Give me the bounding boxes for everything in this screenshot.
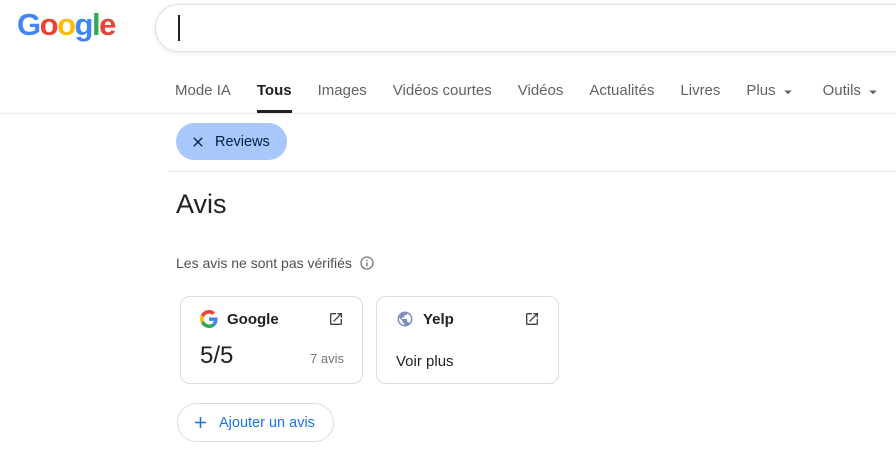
review-source-cards: Google 5/5 7 avis Yelp Voir plus bbox=[180, 296, 559, 384]
chevron-down-icon bbox=[864, 83, 882, 101]
card-source-name: Google bbox=[227, 310, 279, 328]
logo-letter-3: g bbox=[74, 7, 94, 42]
text-cursor bbox=[178, 15, 180, 41]
filter-chip-label: Reviews bbox=[215, 133, 270, 150]
tab-plus[interactable]: Plus bbox=[746, 69, 796, 113]
globe-icon bbox=[396, 310, 414, 328]
tab-tous[interactable]: Tous bbox=[256, 69, 292, 113]
close-icon[interactable] bbox=[190, 134, 206, 150]
logo-letter-5: e bbox=[99, 7, 116, 42]
chevron-down-icon bbox=[779, 83, 797, 101]
logo-letter-1: o bbox=[39, 7, 59, 42]
review-count: 7 avis bbox=[310, 351, 344, 366]
search-input[interactable] bbox=[155, 4, 896, 52]
tab-videos-courtes[interactable]: Vidéos courtes bbox=[393, 69, 492, 113]
disclaimer-text: Les avis ne sont pas vérifiés bbox=[176, 255, 352, 271]
open-in-new-icon[interactable] bbox=[524, 311, 540, 327]
reviews-disclaimer: Les avis ne sont pas vérifiés bbox=[176, 255, 375, 271]
rating-value: 5/5 bbox=[200, 342, 234, 369]
add-review-label: Ajouter un avis bbox=[219, 414, 315, 431]
tab-videos[interactable]: Vidéos bbox=[518, 69, 564, 113]
tab-mode-ia[interactable]: Mode IA bbox=[175, 69, 231, 113]
google-g-icon bbox=[200, 310, 218, 328]
filter-chip-reviews[interactable]: Reviews bbox=[176, 123, 287, 160]
section-divider bbox=[168, 171, 896, 172]
card-source-name: Yelp bbox=[423, 310, 454, 328]
see-more-link[interactable]: Voir plus bbox=[396, 353, 454, 370]
google-search-results-page: Google Mode IA Tous Images Vidéos courte… bbox=[0, 0, 896, 456]
info-icon[interactable] bbox=[359, 255, 375, 271]
tab-outils[interactable]: Outils bbox=[823, 69, 882, 113]
add-review-button[interactable]: Ajouter un avis bbox=[177, 403, 334, 442]
plus-icon bbox=[191, 413, 210, 432]
logo-letter-0: G bbox=[17, 7, 41, 42]
review-card-google[interactable]: Google 5/5 7 avis bbox=[180, 296, 363, 384]
tab-images[interactable]: Images bbox=[318, 69, 367, 113]
review-card-yelp[interactable]: Yelp Voir plus bbox=[376, 296, 559, 384]
page-title: Avis bbox=[176, 189, 227, 219]
google-logo[interactable]: Google bbox=[17, 7, 116, 42]
logo-letter-2: o bbox=[57, 7, 76, 42]
open-in-new-icon[interactable] bbox=[328, 311, 344, 327]
tab-actualites[interactable]: Actualités bbox=[589, 69, 654, 113]
search-category-tabs: Mode IA Tous Images Vidéos courtes Vidéo… bbox=[0, 69, 896, 114]
tab-livres[interactable]: Livres bbox=[680, 69, 720, 113]
logo-letter-4: l bbox=[91, 7, 101, 42]
